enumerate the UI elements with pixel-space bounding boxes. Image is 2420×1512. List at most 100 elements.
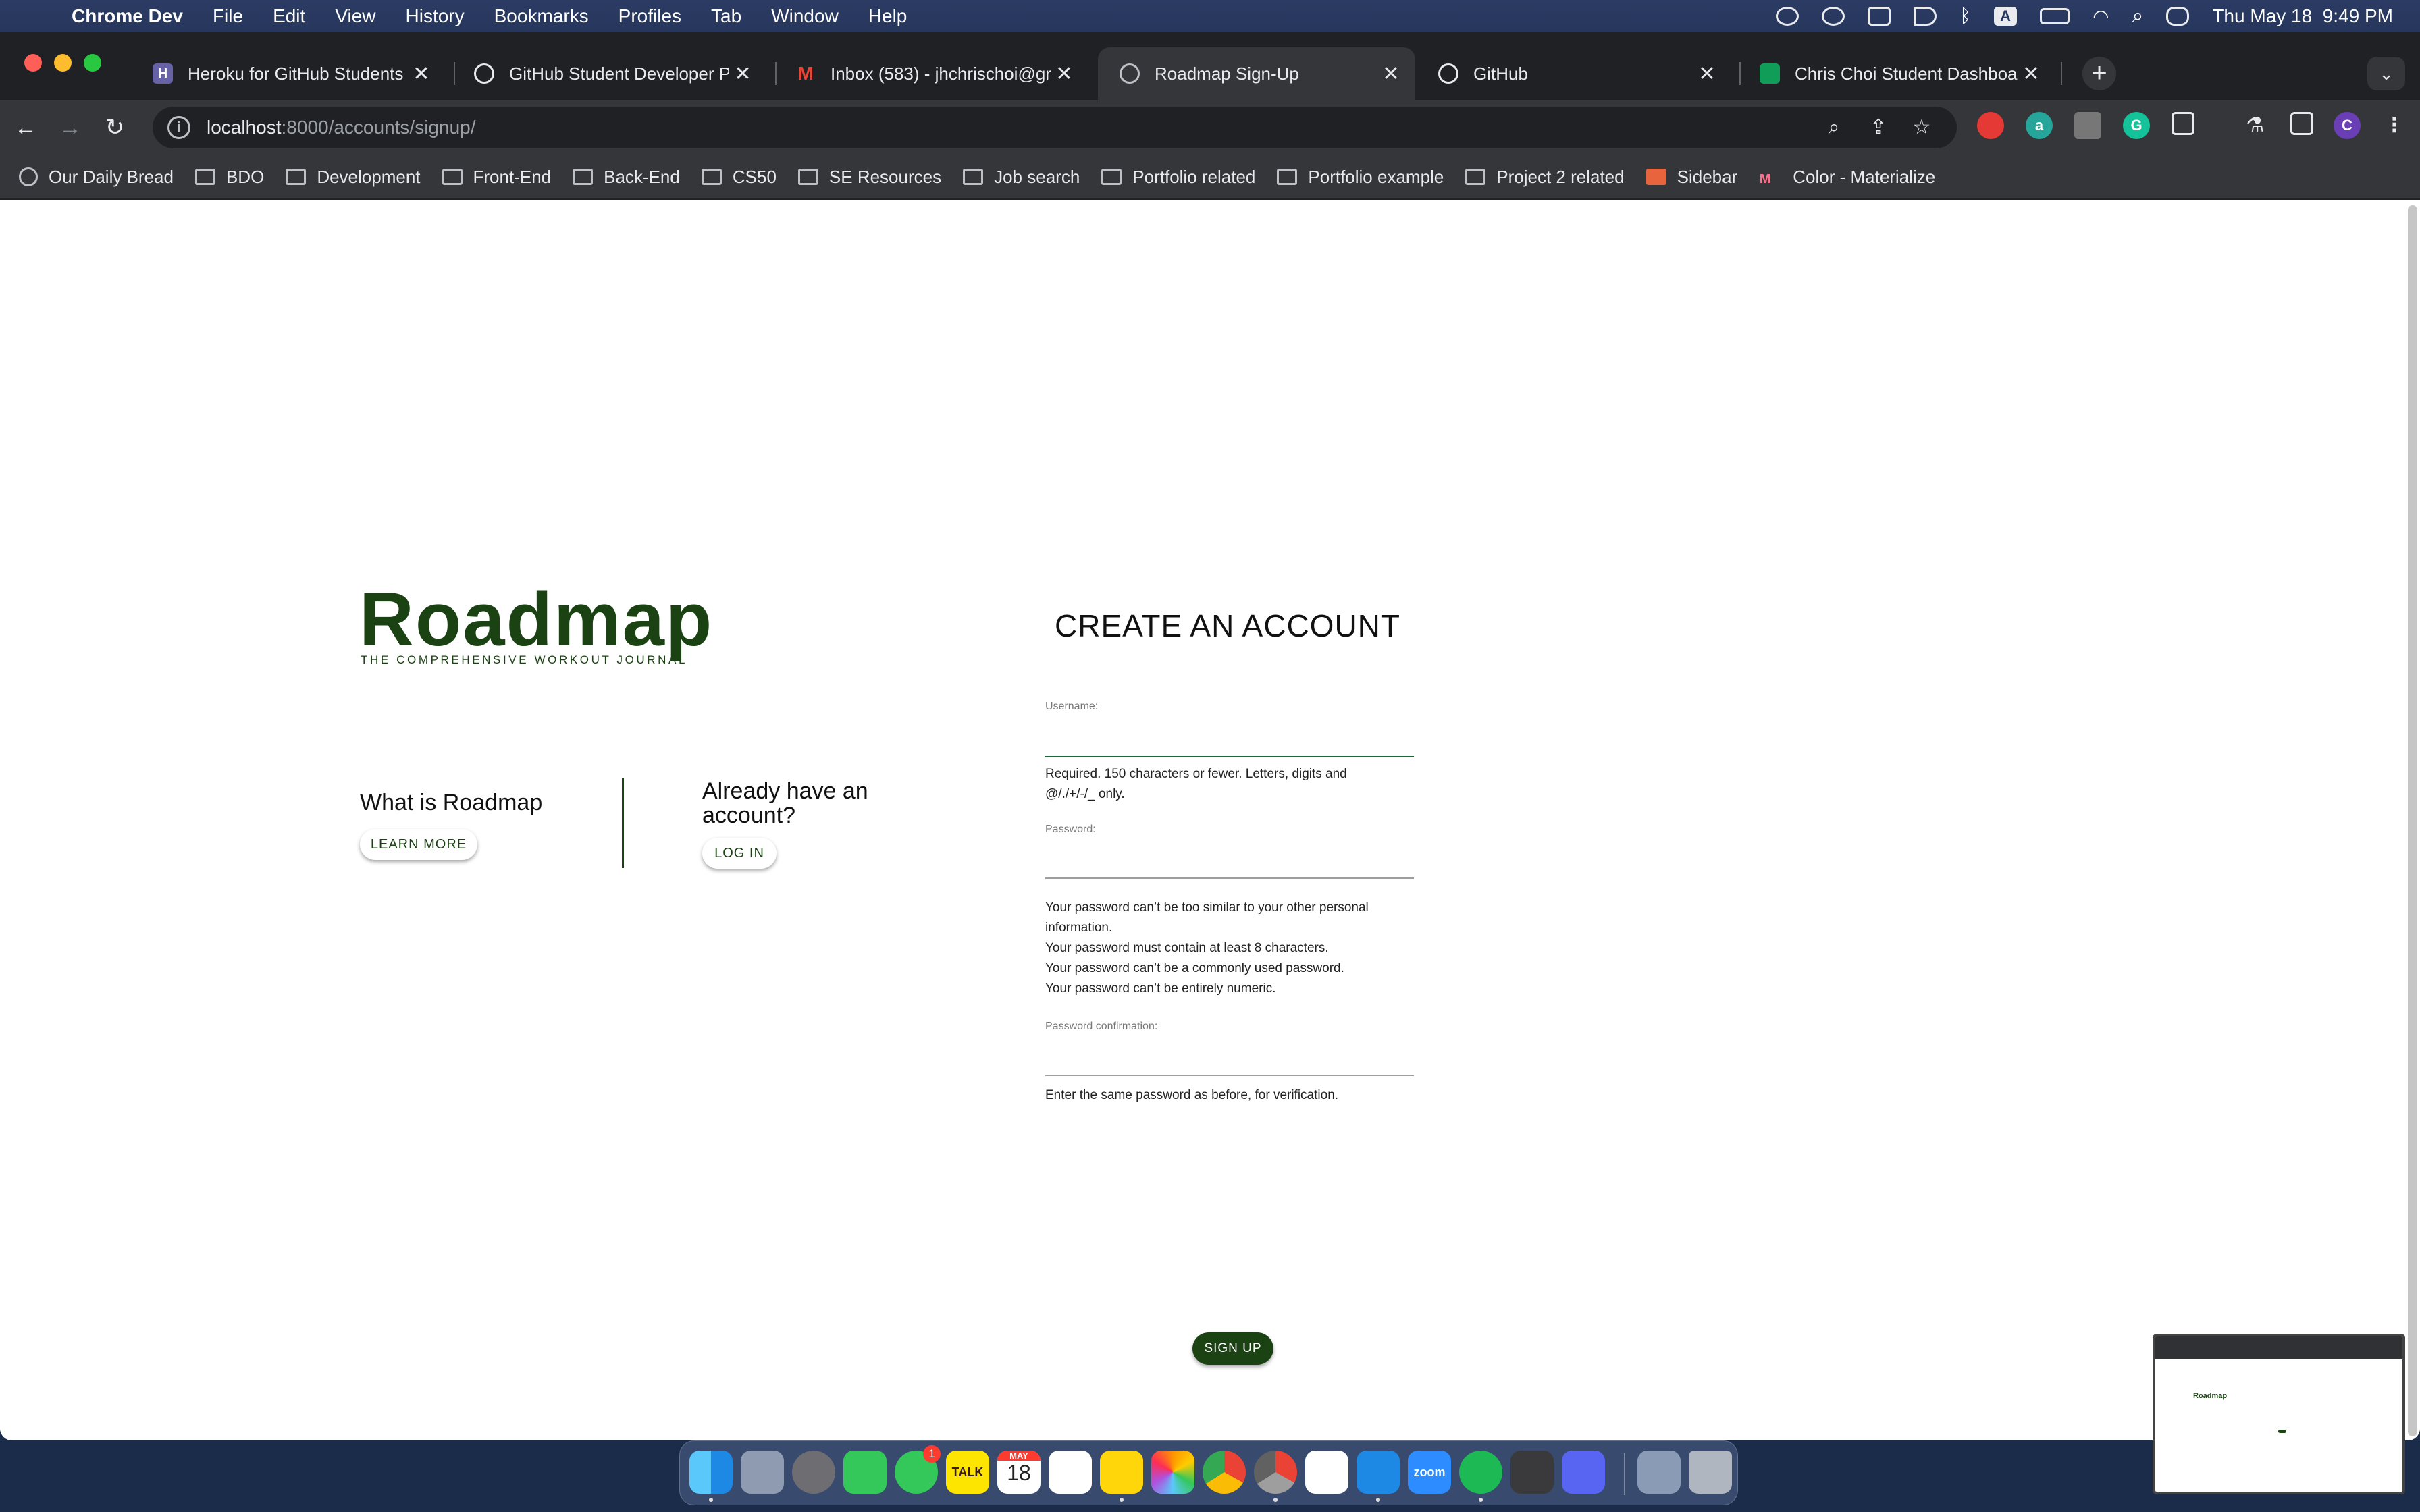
bookmark-back-end[interactable]: Back-End <box>573 167 680 188</box>
tab-search-chevron-icon[interactable]: ⌄ <box>2367 57 2405 90</box>
site-info-icon[interactable]: i <box>167 116 190 139</box>
log-in-button[interactable]: LOG IN <box>702 838 777 869</box>
bookmark-cs50[interactable]: CS50 <box>701 167 777 188</box>
minimize-window-button[interactable] <box>54 54 72 72</box>
extension-a-icon[interactable]: a <box>2026 112 2053 139</box>
password-input[interactable] <box>1045 852 1414 879</box>
menu-file[interactable]: File <box>213 5 243 27</box>
window-icon[interactable] <box>1868 7 1891 26</box>
volume-icon[interactable] <box>1914 7 1937 26</box>
gmail-icon: M <box>797 63 814 84</box>
new-tab-button[interactable]: + <box>2082 57 2116 90</box>
control-center-icon[interactable] <box>2166 7 2190 26</box>
bookmark-label: Front-End <box>473 166 552 187</box>
share-icon[interactable]: ⇪ <box>1865 115 1892 142</box>
discord-icon[interactable] <box>1562 1451 1605 1494</box>
password-confirmation-input[interactable] <box>1045 1049 1414 1076</box>
clock[interactable]: Thu May 18 9:49 PM <box>2212 5 2393 27</box>
trash-icon[interactable] <box>1689 1451 1732 1494</box>
kakaotalk-icon[interactable]: TALK <box>946 1451 989 1494</box>
learn-more-button[interactable]: LEARN MORE <box>360 829 477 860</box>
close-window-button[interactable] <box>24 54 42 72</box>
bookmark-portfolio-related[interactable]: Portfolio related <box>1101 167 1255 188</box>
folder-icon <box>963 169 984 185</box>
close-tab-icon[interactable]: ✕ <box>1377 62 1404 86</box>
bookmarks-bar: Our Daily Bread BDO Development Front-En… <box>0 155 2420 200</box>
system-settings-icon[interactable] <box>792 1451 835 1494</box>
tab-github-student[interactable]: GitHub Student Developer Pa ✕ <box>456 47 767 100</box>
bookmark-se-resources[interactable]: SE Resources <box>797 167 941 188</box>
screenshot-folder-icon[interactable] <box>1637 1451 1681 1494</box>
bookmark-portfolio-example[interactable]: Portfolio example <box>1277 167 1444 188</box>
page-scrollbar[interactable] <box>2408 205 2417 1436</box>
battery-icon[interactable] <box>2040 8 2070 24</box>
address-bar[interactable]: i localhost :8000/accounts/signup/ ⌕ ⇪ ☆ <box>153 107 1957 148</box>
grammarly-icon[interactable]: G <box>2123 112 2150 139</box>
bookmark-sidebar[interactable]: Sidebar <box>1646 167 1737 188</box>
bookmark-color-materialize[interactable]: ᴍ Color - Materialize <box>1759 167 1935 188</box>
extension-gray-icon[interactable] <box>2074 112 2101 139</box>
bookmark-our-daily-bread[interactable]: Our Daily Bread <box>19 167 174 188</box>
app-menu-chrome-dev[interactable]: Chrome Dev <box>72 5 183 27</box>
slack-icon[interactable] <box>1305 1451 1348 1494</box>
spotify-icon[interactable] <box>1459 1451 1502 1494</box>
menu-profiles[interactable]: Profiles <box>619 5 681 27</box>
search-icon[interactable]: ⌕ <box>2132 5 2144 28</box>
back-arrow-icon[interactable]: ← <box>9 112 42 144</box>
menu-tab[interactable]: Tab <box>711 5 741 27</box>
zoom-icon[interactable]: ⌕ <box>1820 115 1847 142</box>
bookmark-star-icon[interactable]: ☆ <box>1908 115 1935 142</box>
reminders-icon[interactable] <box>1049 1451 1092 1494</box>
menu-history[interactable]: History <box>406 5 465 27</box>
calendar-icon[interactable]: MAY 18 <box>997 1451 1041 1494</box>
tab-gmail[interactable]: M Inbox (583) - jhchrischoi@gm ✕ <box>778 47 1088 100</box>
bookmark-project-2-related[interactable]: Project 2 related <box>1465 167 1625 188</box>
menu-view[interactable]: View <box>335 5 375 27</box>
launchpad-icon[interactable] <box>741 1451 784 1494</box>
menu-bookmarks[interactable]: Bookmarks <box>494 5 589 27</box>
calculator-icon[interactable] <box>1510 1451 1554 1494</box>
running-indicator <box>709 1498 713 1502</box>
labs-flask-icon[interactable]: ⚗ <box>2242 112 2269 139</box>
notes-icon[interactable] <box>1100 1451 1143 1494</box>
forward-arrow-icon[interactable]: → <box>54 112 86 144</box>
close-tab-icon[interactable]: ✕ <box>729 62 756 86</box>
screenshot-thumbnail[interactable]: Roadmap <box>2153 1334 2405 1494</box>
zoom-window-button[interactable] <box>84 54 101 72</box>
facetime-icon[interactable] <box>843 1451 887 1494</box>
bookmark-bdo[interactable]: BDO <box>194 167 264 188</box>
finder-icon[interactable] <box>689 1451 733 1494</box>
extensions-puzzle-icon[interactable] <box>2172 112 2194 135</box>
photos-icon[interactable] <box>1151 1451 1194 1494</box>
chrome-dev-icon[interactable] <box>1254 1451 1297 1494</box>
close-tab-icon[interactable]: ✕ <box>408 62 435 86</box>
extension-red-icon[interactable] <box>1977 112 2004 139</box>
bookmark-development[interactable]: Development <box>286 167 421 188</box>
creative-cloud-icon[interactable] <box>1776 7 1799 26</box>
menu-window[interactable]: Window <box>771 5 839 27</box>
cloud-icon[interactable] <box>1822 7 1845 26</box>
tab-heroku[interactable]: H Heroku for GitHub Students C ✕ <box>135 47 446 100</box>
input-source-icon[interactable]: A <box>1994 7 2018 26</box>
menu-help[interactable]: Help <box>868 5 908 27</box>
chrome-menu-icon[interactable]: ⋮ <box>2381 112 2408 139</box>
sign-up-button[interactable]: SIGN UP <box>1192 1332 1273 1365</box>
tab-github[interactable]: GitHub ✕ <box>1421 47 1731 100</box>
bookmark-front-end[interactable]: Front-End <box>442 166 552 188</box>
side-panel-icon[interactable] <box>2290 112 2313 135</box>
tab-roadmap-signup[interactable]: Roadmap Sign-Up ✕ <box>1098 47 1415 100</box>
reload-icon[interactable]: ↻ <box>99 112 131 144</box>
tab-student-dashboard[interactable]: Chris Choi Student Dashboar ✕ <box>1742 47 2055 100</box>
bluetooth-icon[interactable]: ᛒ <box>1959 5 1971 27</box>
zoom-icon[interactable]: zoom <box>1408 1451 1451 1494</box>
menu-edit[interactable]: Edit <box>273 5 305 27</box>
close-tab-icon[interactable]: ✕ <box>1693 62 1720 86</box>
close-tab-icon[interactable]: ✕ <box>1051 62 1078 86</box>
wifi-icon[interactable]: ◠ <box>2093 5 2109 28</box>
chrome-icon[interactable] <box>1203 1451 1246 1494</box>
bookmark-job-search[interactable]: Job search <box>963 167 1080 188</box>
profile-avatar[interactable]: C <box>2334 112 2361 139</box>
vscode-icon[interactable] <box>1357 1451 1400 1494</box>
username-input[interactable] <box>1045 730 1414 757</box>
close-tab-icon[interactable]: ✕ <box>2018 62 2045 86</box>
